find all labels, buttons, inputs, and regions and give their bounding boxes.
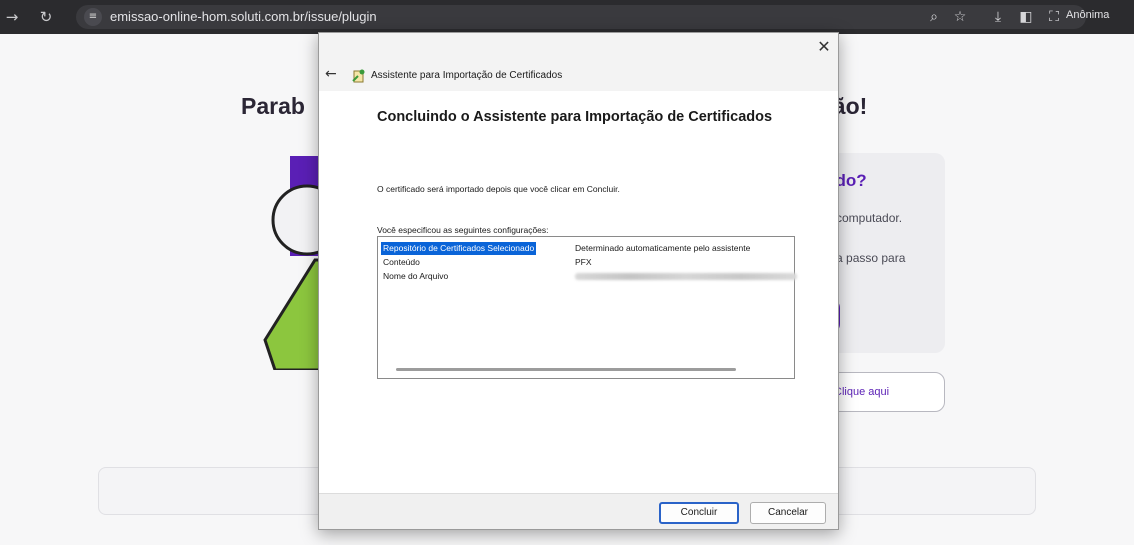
forward-icon[interactable]: → [2, 7, 22, 27]
dialog-title: Assistente para Importação de Certificad… [371, 70, 563, 81]
site-info-icon[interactable]: ≡ [84, 8, 102, 26]
list-item[interactable]: Conteúdo PFX [378, 256, 794, 269]
certificate-import-dialog: ✕ ← Assistente para Importação de Certif… [318, 32, 839, 530]
side-panel-icon[interactable]: ◧ [1017, 8, 1035, 26]
settings-list[interactable]: Repositório de Certificados Selecionado … [377, 236, 797, 379]
list-item[interactable]: Repositório de Certificados Selecionado … [378, 242, 794, 255]
blurred-filename [575, 273, 797, 280]
dialog-header: ← Assistente para Importação de Certific… [319, 63, 838, 91]
browser-toolbar: → ↻ ≡ emissao-online-hom.soluti.com.br/i… [0, 0, 1134, 34]
certificate-wizard-icon [352, 69, 365, 83]
close-icon[interactable]: ✕ [814, 37, 834, 57]
list-item-name: Repositório de Certificados Selecionado [381, 242, 537, 255]
wizard-message: O certificado será importado depois que … [377, 184, 620, 194]
star-icon[interactable]: ☆ [951, 8, 969, 26]
list-item-name: Conteúdo [383, 257, 420, 267]
cancel-button[interactable]: Cancelar [750, 502, 826, 524]
incognito-icon[interactable]: ⛶ [1045, 8, 1063, 26]
profile-label[interactable]: Anônima [1066, 9, 1109, 21]
url-text[interactable]: emissao-online-hom.soluti.com.br/issue/p… [110, 9, 377, 24]
specs-label: Você especificou as seguintes configuraç… [377, 225, 549, 235]
list-item-name: Nome do Arquivo [383, 271, 449, 281]
download-icon[interactable]: ⤓ [989, 8, 1007, 26]
reload-icon[interactable]: ↻ [36, 7, 56, 27]
horizontal-scrollbar[interactable] [396, 368, 736, 371]
back-arrow-icon[interactable]: ← [325, 66, 337, 82]
page-title-left: Parab [241, 93, 305, 119]
zoom-icon[interactable]: ⌕ [925, 8, 943, 26]
wizard-heading: Concluindo o Assistente para Importação … [377, 109, 773, 125]
finish-button[interactable]: Concluir [659, 502, 739, 524]
list-item-value: PFX [575, 257, 592, 267]
list-item-value: Determinado automaticamente pelo assiste… [575, 243, 751, 253]
clique-aqui-label[interactable]: Clique aqui [834, 386, 889, 398]
list-item[interactable]: Nome do Arquivo [378, 270, 797, 283]
